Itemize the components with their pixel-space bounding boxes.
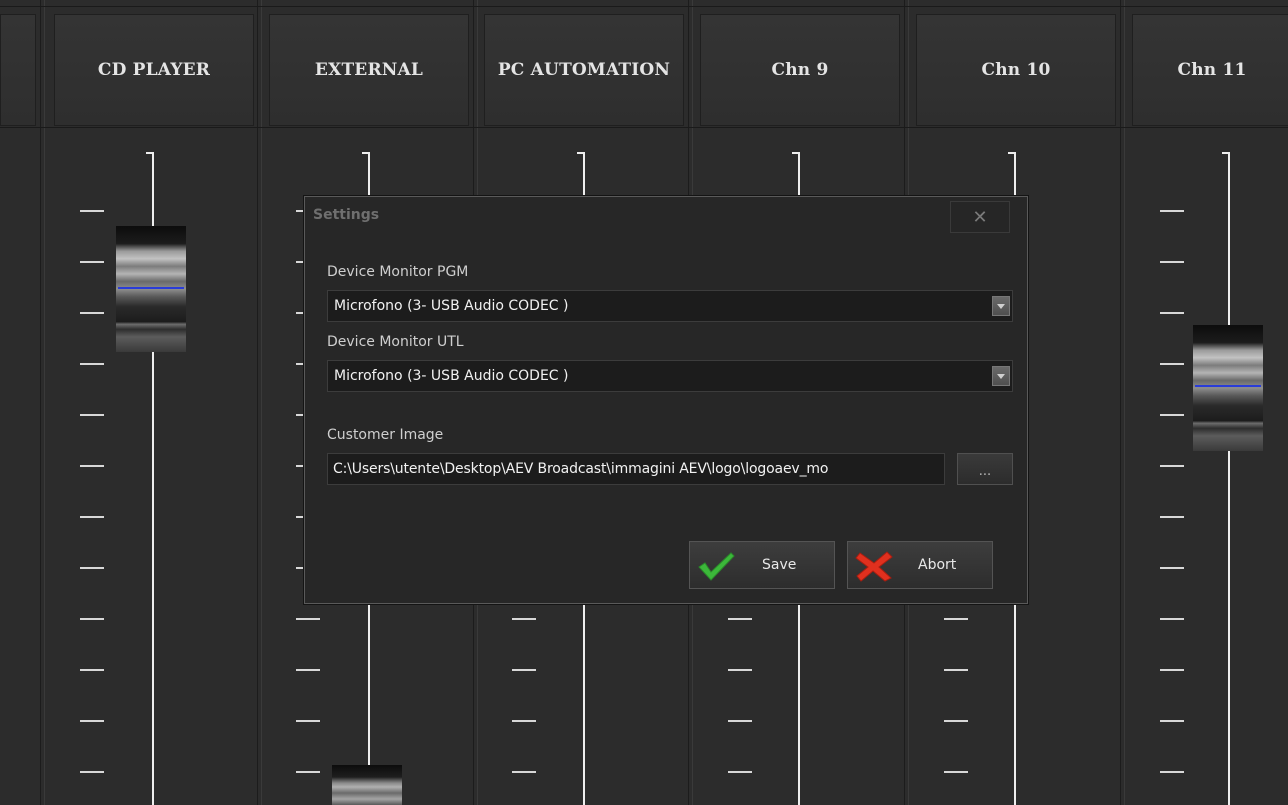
channel-header-chn-11[interactable]: Chn 11	[1132, 14, 1288, 126]
abort-label: Abort	[918, 557, 957, 573]
fader-track-cap	[1008, 152, 1014, 154]
scale-tick	[80, 414, 104, 416]
scale-tick	[728, 771, 752, 773]
scale-tick	[944, 720, 968, 722]
scale-tick	[944, 771, 968, 773]
fader-track-cap	[577, 152, 583, 154]
pgm-device-select[interactable]: Microfono (3- USB Audio CODEC )	[327, 290, 1013, 322]
checkmark-icon	[698, 552, 735, 581]
abort-button[interactable]: Abort	[847, 541, 993, 589]
save-label: Save	[762, 557, 797, 573]
scale-tick	[80, 669, 104, 671]
fader-track-cap	[146, 152, 152, 154]
scale-tick	[296, 720, 320, 722]
fader-track-cap	[362, 152, 368, 154]
fader-track	[1228, 152, 1230, 805]
channel-name: EXTERNAL	[314, 60, 424, 80]
scale-tick	[80, 618, 104, 620]
scale-tick	[80, 516, 104, 518]
red-x-icon	[855, 551, 893, 582]
scale-tick	[512, 669, 536, 671]
scale-tick	[728, 720, 752, 722]
close-icon[interactable]: ✕	[950, 201, 1010, 233]
save-button[interactable]: Save	[689, 541, 835, 589]
strip-divider	[1124, 0, 1125, 805]
scale-tick	[944, 669, 968, 671]
scale-tick	[728, 669, 752, 671]
scale-tick	[1160, 210, 1184, 212]
channel-header-partial	[0, 14, 36, 126]
scale-tick	[1160, 720, 1184, 722]
strip-divider	[261, 0, 262, 805]
scale-tick	[944, 618, 968, 620]
pgm-device-value: Microfono (3- USB Audio CODEC )	[334, 298, 569, 314]
scale-tick	[80, 720, 104, 722]
scale-tick	[80, 567, 104, 569]
pgm-device-label: Device Monitor PGM	[327, 264, 469, 280]
scale-tick	[80, 261, 104, 263]
channel-name: CD PLAYER	[97, 60, 211, 80]
strip-divider	[257, 0, 258, 805]
scale-tick	[1160, 414, 1184, 416]
scale-tick	[512, 771, 536, 773]
scale-tick	[1160, 465, 1184, 467]
customer-image-path-field[interactable]: C:\Users\utente\Desktop\AEV Broadcast\im…	[327, 453, 945, 485]
dialog-title: Settings	[313, 207, 380, 223]
fader-indicator	[118, 287, 184, 289]
scale-tick	[296, 771, 320, 773]
scale-tick	[1160, 567, 1184, 569]
browse-button[interactable]: ...	[957, 453, 1013, 485]
scale-tick	[80, 312, 104, 314]
scale-tick	[1160, 363, 1184, 365]
scale-tick	[1160, 516, 1184, 518]
strip-divider	[40, 0, 41, 805]
fader-track-cap	[1222, 152, 1228, 154]
header-bottom-line	[0, 127, 1288, 128]
scale-tick	[80, 210, 104, 212]
strip-divider	[44, 0, 45, 805]
fader-knob-chn-11[interactable]	[1193, 325, 1263, 451]
channel-header-cd-player[interactable]: CD PLAYER	[54, 14, 254, 126]
header-top-line	[0, 6, 1288, 7]
fader-indicator	[1195, 385, 1261, 387]
customer-image-label: Customer Image	[327, 427, 444, 443]
utl-device-label: Device Monitor UTL	[327, 334, 464, 350]
channel-name: PC AUTOMATION	[497, 60, 671, 80]
settings-dialog: Settings ✕ Device Monitor PGM Microfono …	[304, 196, 1028, 604]
channel-header-chn-10[interactable]: Chn 10	[916, 14, 1116, 126]
fader-knob-external[interactable]	[332, 765, 402, 805]
channel-name: Chn 9	[771, 60, 829, 80]
chevron-down-icon[interactable]	[992, 366, 1010, 386]
chevron-down-icon[interactable]	[992, 296, 1010, 316]
utl-device-value: Microfono (3- USB Audio CODEC )	[334, 368, 569, 384]
strip-divider	[1120, 0, 1121, 805]
channel-header-chn-9[interactable]: Chn 9	[700, 14, 900, 126]
fader-knob-cd-player[interactable]	[116, 226, 186, 352]
channel-header-external[interactable]: EXTERNAL	[269, 14, 469, 126]
scale-tick	[1160, 312, 1184, 314]
scale-tick	[80, 363, 104, 365]
channel-name: Chn 10	[981, 60, 1051, 80]
channel-name: Chn 11	[1177, 60, 1247, 80]
scale-tick	[512, 618, 536, 620]
scale-tick	[296, 618, 320, 620]
fader-track-cap	[792, 152, 798, 154]
scale-tick	[296, 669, 320, 671]
scale-tick	[80, 465, 104, 467]
scale-tick	[728, 618, 752, 620]
scale-tick	[1160, 771, 1184, 773]
scale-tick	[80, 771, 104, 773]
customer-image-path-value: C:\Users\utente\Desktop\AEV Broadcast\im…	[333, 461, 829, 477]
scale-tick	[512, 720, 536, 722]
utl-device-select[interactable]: Microfono (3- USB Audio CODEC )	[327, 360, 1013, 392]
scale-tick	[1160, 261, 1184, 263]
scale-tick	[1160, 669, 1184, 671]
scale-tick	[1160, 618, 1184, 620]
channel-header-pc-automation[interactable]: PC AUTOMATION	[484, 14, 684, 126]
